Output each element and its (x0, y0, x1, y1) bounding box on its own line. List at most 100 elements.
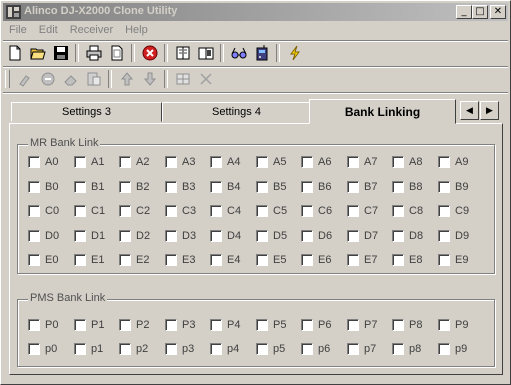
checkbox-square[interactable] (392, 229, 404, 242)
checkbox-square[interactable] (392, 254, 404, 267)
checkbox-square[interactable] (165, 180, 177, 193)
checkbox-square[interactable] (438, 229, 450, 242)
checkbox-square[interactable] (256, 205, 268, 218)
bank-checkbox[interactable]: E2 (119, 254, 149, 268)
checkbox-square[interactable] (74, 229, 86, 242)
checkbox-square[interactable] (210, 205, 222, 218)
checkbox-square[interactable] (165, 254, 177, 267)
checkbox-square[interactable] (301, 254, 313, 267)
bank-checkbox[interactable]: D5 (256, 229, 287, 244)
checkbox-square[interactable] (28, 254, 40, 267)
checkbox-square[interactable] (119, 254, 131, 267)
arrow-up-icon[interactable] (115, 68, 138, 90)
checkbox-square[interactable] (74, 319, 86, 332)
open-icon[interactable] (26, 42, 49, 64)
bank-checkbox[interactable]: P2 (119, 319, 149, 333)
bank-checkbox[interactable]: P1 (74, 319, 104, 333)
bank-checkbox[interactable]: B1 (74, 180, 104, 195)
delete-circle-icon[interactable] (36, 68, 59, 90)
checkbox-square[interactable] (438, 156, 450, 169)
bank-checkbox[interactable]: C7 (347, 205, 378, 219)
checkbox-square[interactable] (119, 205, 131, 218)
bank-checkbox[interactable]: p5 (256, 343, 285, 357)
bank-checkbox[interactable]: B7 (347, 180, 377, 195)
bank-checkbox[interactable]: E0 (28, 254, 58, 268)
checkbox-square[interactable] (74, 180, 86, 193)
checkbox-square[interactable] (256, 343, 268, 356)
checkbox-square[interactable] (119, 156, 131, 169)
checkbox-square[interactable] (210, 156, 222, 169)
bank-checkbox[interactable]: E8 (392, 254, 422, 268)
lightning-icon[interactable] (283, 42, 306, 64)
bank-checkbox[interactable]: C8 (392, 205, 423, 219)
bank-checkbox[interactable]: D8 (392, 229, 423, 244)
checkbox-square[interactable] (165, 319, 177, 332)
bank-checkbox[interactable]: B8 (392, 180, 422, 195)
bank-checkbox[interactable]: E7 (347, 254, 377, 268)
maximize-button[interactable]: □ (472, 5, 488, 19)
title-bar[interactable]: Alinco DJ-X2000 Clone Utility _ □ ✕ (3, 3, 508, 21)
bank-checkbox[interactable]: C2 (119, 205, 150, 219)
tab-scroll-left-button[interactable]: ◀ (460, 101, 479, 120)
checkbox-square[interactable] (438, 254, 450, 267)
book-icon[interactable] (171, 42, 194, 64)
checkbox-square[interactable] (74, 205, 86, 218)
bank-checkbox[interactable]: A0 (28, 156, 58, 170)
checkbox-square[interactable] (438, 180, 450, 193)
bank-checkbox[interactable]: C4 (210, 205, 241, 219)
menu-receiver[interactable]: Receiver (64, 22, 119, 40)
checkbox-square[interactable] (392, 156, 404, 169)
checkbox-square[interactable] (438, 319, 450, 332)
bank-checkbox[interactable]: C3 (165, 205, 196, 219)
bank-checkbox[interactable]: D9 (438, 229, 469, 244)
print-preview-icon[interactable] (105, 42, 128, 64)
checkbox-square[interactable] (256, 156, 268, 169)
checkbox-square[interactable] (165, 343, 177, 356)
menu-file[interactable]: File (3, 22, 33, 40)
checkbox-square[interactable] (438, 343, 450, 356)
bank-checkbox[interactable]: A3 (165, 156, 195, 170)
book-open-icon[interactable] (194, 42, 217, 64)
bank-checkbox[interactable]: p4 (210, 343, 239, 357)
bank-checkbox[interactable]: E3 (165, 254, 195, 268)
bank-checkbox[interactable]: p0 (28, 343, 57, 357)
checkbox-square[interactable] (347, 254, 359, 267)
bank-checkbox[interactable]: D0 (28, 229, 59, 244)
checkbox-square[interactable] (256, 229, 268, 242)
tab-settings-3[interactable]: Settings 3 (11, 102, 162, 122)
stop-icon[interactable] (138, 42, 161, 64)
checkbox-square[interactable] (210, 343, 222, 356)
bank-checkbox[interactable]: B3 (165, 180, 195, 195)
checkbox-square[interactable] (392, 180, 404, 193)
checkbox-square[interactable] (165, 205, 177, 218)
save-icon[interactable] (49, 42, 72, 64)
bank-checkbox[interactable]: D1 (74, 229, 105, 244)
checkbox-square[interactable] (74, 254, 86, 267)
bank-checkbox[interactable]: p7 (347, 343, 376, 357)
bank-checkbox[interactable]: A6 (301, 156, 331, 170)
checkbox-square[interactable] (301, 229, 313, 242)
bank-checkbox[interactable]: D7 (347, 229, 378, 244)
bank-checkbox[interactable]: C5 (256, 205, 287, 219)
checkbox-square[interactable] (28, 343, 40, 356)
bank-checkbox[interactable]: D3 (165, 229, 196, 244)
arrow-down-icon[interactable] (138, 68, 161, 90)
checkbox-square[interactable] (165, 156, 177, 169)
checkbox-square[interactable] (301, 180, 313, 193)
bank-checkbox[interactable]: E5 (256, 254, 286, 268)
checkbox-square[interactable] (165, 229, 177, 242)
checkbox-square[interactable] (119, 343, 131, 356)
bank-checkbox[interactable]: P0 (28, 319, 58, 333)
checkbox-square[interactable] (28, 229, 40, 242)
checkbox-square[interactable] (301, 205, 313, 218)
bank-checkbox[interactable]: C9 (438, 205, 469, 219)
checkbox-square[interactable] (74, 156, 86, 169)
tab-bank-linking[interactable]: Bank Linking (309, 99, 456, 124)
bank-checkbox[interactable]: P3 (165, 319, 195, 333)
bank-checkbox[interactable]: P5 (256, 319, 286, 333)
bank-checkbox[interactable]: A9 (438, 156, 468, 170)
bank-checkbox[interactable]: A4 (210, 156, 240, 170)
checkbox-square[interactable] (74, 343, 86, 356)
checkbox-square[interactable] (256, 319, 268, 332)
checkbox-square[interactable] (392, 343, 404, 356)
